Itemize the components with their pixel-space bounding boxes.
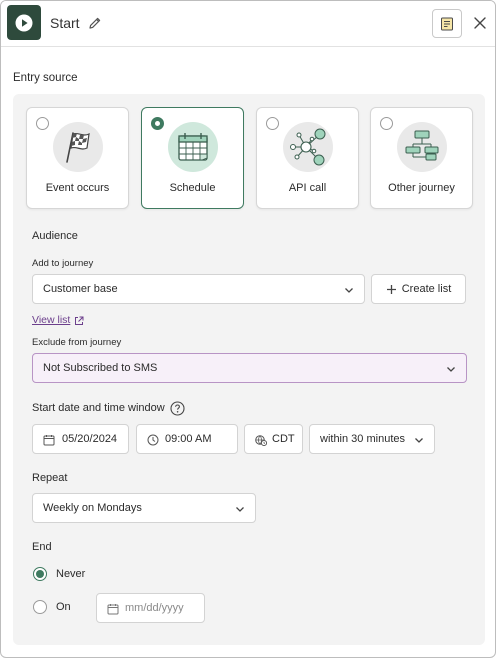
- add-to-journey-label: Add to journey: [32, 258, 94, 269]
- start-time-input[interactable]: 09:00 AM: [136, 424, 238, 454]
- chevron-down-icon: [345, 288, 353, 293]
- entry-radio-api-call[interactable]: [266, 117, 279, 130]
- exclude-from-journey-label: Exclude from journey: [32, 337, 122, 348]
- start-date-input[interactable]: 05/20/2024: [32, 424, 129, 454]
- entry-card-schedule[interactable]: Schedule: [141, 107, 244, 209]
- entry-source-heading: Entry source: [13, 72, 78, 84]
- help-icon[interactable]: [170, 401, 185, 416]
- calendar-small-icon: [43, 435, 55, 446]
- play-icon: [15, 14, 33, 31]
- repeat-select[interactable]: Weekly on Mondays: [32, 493, 256, 523]
- repeat-value: Weekly on Mondays: [43, 502, 142, 514]
- end-on-label: On: [56, 601, 71, 613]
- start-date-heading: Start date and time window: [32, 402, 165, 414]
- end-never-radio[interactable]: [33, 567, 47, 581]
- exclude-from-journey-value: Not Subscribed to SMS: [43, 362, 158, 374]
- entry-card-other-journey[interactable]: Other journey: [370, 107, 473, 209]
- add-to-journey-select[interactable]: Customer base: [32, 274, 365, 304]
- api-network-icon: [283, 122, 333, 172]
- chevron-down-icon: [447, 367, 455, 372]
- entry-card-api-call[interactable]: API call: [256, 107, 359, 209]
- create-list-button[interactable]: Create list: [371, 274, 466, 304]
- external-link-icon: [75, 316, 84, 325]
- entry-card-event-occurs[interactable]: Event occurs: [26, 107, 129, 209]
- audience-heading: Audience: [32, 230, 78, 242]
- entry-card-label: Event occurs: [45, 182, 110, 194]
- end-heading: End: [32, 541, 52, 553]
- add-to-journey-value: Customer base: [43, 283, 118, 295]
- entry-card-label: API call: [288, 182, 327, 194]
- create-list-label: Create list: [401, 283, 452, 295]
- clock-icon: [147, 434, 159, 446]
- flowchart-icon: [397, 122, 447, 172]
- calendar-small-icon: [107, 604, 119, 615]
- entry-radio-schedule[interactable]: [151, 117, 164, 130]
- notes-button[interactable]: [432, 9, 462, 38]
- timezone-value: CDT: [272, 433, 295, 445]
- entry-radio-event-occurs[interactable]: [36, 117, 49, 130]
- chevron-down-icon: [415, 438, 423, 443]
- start-time-value: 09:00 AM: [165, 433, 212, 445]
- entry-radio-other-journey[interactable]: [380, 117, 393, 130]
- panel-title: Start: [50, 15, 80, 31]
- play-button[interactable]: [7, 5, 41, 40]
- exclude-from-journey-select[interactable]: Not Subscribed to SMS: [32, 353, 467, 383]
- entry-card-label: Other journey: [388, 182, 455, 194]
- time-window-value: within 30 minutes: [320, 433, 405, 445]
- globe-clock-icon: [255, 435, 267, 446]
- plus-icon: [386, 284, 396, 294]
- end-on-radio[interactable]: [33, 600, 47, 614]
- repeat-heading: Repeat: [32, 472, 68, 484]
- end-date-placeholder: mm/dd/yyyy: [125, 602, 184, 614]
- timezone-input[interactable]: CDT: [244, 424, 303, 454]
- pencil-icon[interactable]: [87, 15, 103, 31]
- calendar-icon: [168, 122, 218, 172]
- panel-header: Start: [1, 1, 495, 47]
- checkered-flag-icon: [53, 122, 103, 172]
- start-panel: Start Entry source Event occurs Schedule…: [0, 0, 496, 658]
- chevron-down-icon: [236, 507, 244, 512]
- entry-card-label: Schedule: [169, 182, 216, 194]
- notes-icon: [441, 17, 453, 30]
- close-icon[interactable]: [472, 15, 488, 31]
- start-date-value: 05/20/2024: [62, 433, 118, 445]
- view-list-link[interactable]: View list: [32, 314, 70, 326]
- end-date-input[interactable]: mm/dd/yyyy: [96, 593, 205, 623]
- end-never-label: Never: [56, 568, 86, 580]
- time-window-select[interactable]: within 30 minutes: [309, 424, 435, 454]
